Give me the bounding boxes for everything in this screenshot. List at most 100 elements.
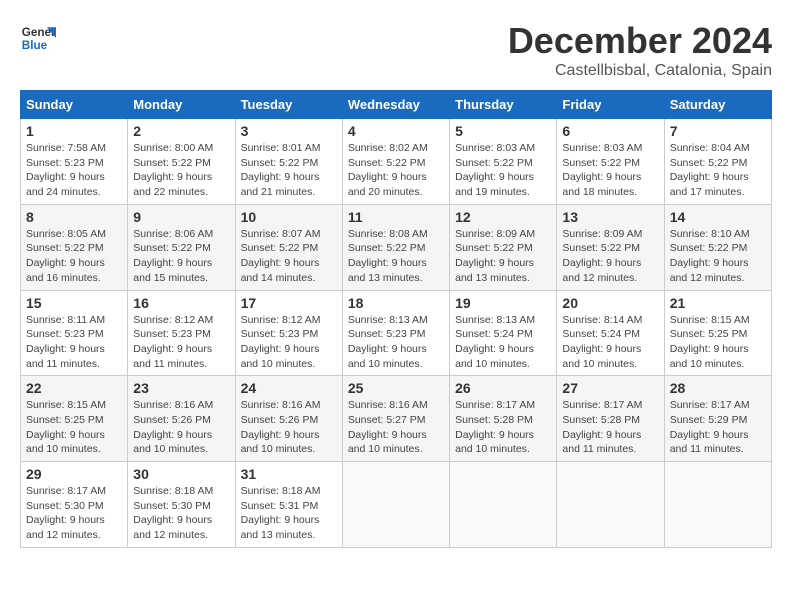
day-cell: [450, 462, 557, 548]
day-info: Sunrise: 8:01 AM Sunset: 5:22 PM Dayligh…: [241, 141, 337, 200]
day-cell: 2 Sunrise: 8:00 AM Sunset: 5:22 PM Daylig…: [128, 119, 235, 205]
day-info: Sunrise: 8:15 AM Sunset: 5:25 PM Dayligh…: [26, 398, 122, 457]
calendar-table: SundayMondayTuesdayWednesdayThursdayFrid…: [20, 90, 772, 548]
header-cell-tuesday: Tuesday: [235, 91, 342, 119]
week-row-3: 15Sunrise: 8:11 AM Sunset: 5:23 PM Dayli…: [21, 290, 772, 376]
day-number: 1: [26, 123, 122, 139]
day-cell: 31 Sunrise: 8:18 AM Sunset: 5:31 PM Dayli…: [235, 462, 342, 548]
day-cell: 25 Sunrise: 8:16 AM Sunset: 5:27 PM Dayli…: [342, 376, 449, 462]
day-cell: 27 Sunrise: 8:17 AM Sunset: 5:28 PM Dayli…: [557, 376, 664, 462]
day-cell: 18 Sunrise: 8:13 AM Sunset: 5:23 PM Dayli…: [342, 290, 449, 376]
week-row-2: 8 Sunrise: 8:05 AM Sunset: 5:22 PM Daylig…: [21, 204, 772, 290]
day-number: 14: [670, 209, 766, 225]
day-number: 23: [133, 380, 229, 396]
day-info: Sunrise: 8:12 AM Sunset: 5:23 PM Dayligh…: [133, 313, 229, 372]
day-number: 30: [133, 466, 229, 482]
day-cell: 1 Sunrise: 7:58 AM Sunset: 5:23 PM Daylig…: [21, 119, 128, 205]
day-info: Sunrise: 8:05 AM Sunset: 5:22 PM Dayligh…: [26, 227, 122, 286]
day-info: Sunrise: 8:03 AM Sunset: 5:22 PM Dayligh…: [562, 141, 658, 200]
day-info: Sunrise: 8:00 AM Sunset: 5:22 PM Dayligh…: [133, 141, 229, 200]
day-number: 7: [670, 123, 766, 139]
day-number: 13: [562, 209, 658, 225]
day-info: Sunrise: 8:08 AM Sunset: 5:22 PM Dayligh…: [348, 227, 444, 286]
day-number: 8: [26, 209, 122, 225]
day-cell: 29Sunrise: 8:17 AM Sunset: 5:30 PM Dayli…: [21, 462, 128, 548]
day-number: 5: [455, 123, 551, 139]
day-number: 10: [241, 209, 337, 225]
header-cell-sunday: Sunday: [21, 91, 128, 119]
day-cell: [664, 462, 771, 548]
day-cell: 21Sunrise: 8:15 AM Sunset: 5:25 PM Dayli…: [664, 290, 771, 376]
week-row-4: 22 Sunrise: 8:15 AM Sunset: 5:25 PM Dayli…: [21, 376, 772, 462]
day-cell: 6 Sunrise: 8:03 AM Sunset: 5:22 PM Daylig…: [557, 119, 664, 205]
day-cell: 7 Sunrise: 8:04 AM Sunset: 5:22 PM Daylig…: [664, 119, 771, 205]
day-cell: 30 Sunrise: 8:18 AM Sunset: 5:30 PM Dayli…: [128, 462, 235, 548]
day-number: 9: [133, 209, 229, 225]
day-cell: 14 Sunrise: 8:10 AM Sunset: 5:22 PM Dayli…: [664, 204, 771, 290]
day-number: 22: [26, 380, 122, 396]
day-info: Sunrise: 8:13 AM Sunset: 5:24 PM Dayligh…: [455, 313, 551, 372]
day-cell: 22 Sunrise: 8:15 AM Sunset: 5:25 PM Dayli…: [21, 376, 128, 462]
day-info: Sunrise: 8:07 AM Sunset: 5:22 PM Dayligh…: [241, 227, 337, 286]
day-info: Sunrise: 8:13 AM Sunset: 5:23 PM Dayligh…: [348, 313, 444, 372]
day-number: 25: [348, 380, 444, 396]
page-container: General Blue December 2024 Castellbisbal…: [20, 20, 772, 548]
day-info: Sunrise: 8:18 AM Sunset: 5:30 PM Dayligh…: [133, 484, 229, 543]
week-row-5: 29Sunrise: 8:17 AM Sunset: 5:30 PM Dayli…: [21, 462, 772, 548]
logo-icon: General Blue: [20, 20, 56, 56]
day-info: Sunrise: 8:06 AM Sunset: 5:22 PM Dayligh…: [133, 227, 229, 286]
day-info: Sunrise: 8:02 AM Sunset: 5:22 PM Dayligh…: [348, 141, 444, 200]
day-info: Sunrise: 8:16 AM Sunset: 5:26 PM Dayligh…: [241, 398, 337, 457]
day-number: 20: [562, 295, 658, 311]
header-cell-thursday: Thursday: [450, 91, 557, 119]
day-info: Sunrise: 8:15 AM Sunset: 5:25 PM Dayligh…: [670, 313, 766, 372]
day-number: 18: [348, 295, 444, 311]
day-number: 16: [133, 295, 229, 311]
header-cell-friday: Friday: [557, 91, 664, 119]
header-cell-wednesday: Wednesday: [342, 91, 449, 119]
day-number: 2: [133, 123, 229, 139]
day-info: Sunrise: 8:14 AM Sunset: 5:24 PM Dayligh…: [562, 313, 658, 372]
day-number: 28: [670, 380, 766, 396]
svg-text:Blue: Blue: [22, 39, 48, 52]
day-info: Sunrise: 8:09 AM Sunset: 5:22 PM Dayligh…: [562, 227, 658, 286]
day-number: 31: [241, 466, 337, 482]
day-info: Sunrise: 8:10 AM Sunset: 5:22 PM Dayligh…: [670, 227, 766, 286]
day-cell: 8 Sunrise: 8:05 AM Sunset: 5:22 PM Daylig…: [21, 204, 128, 290]
header-cell-monday: Monday: [128, 91, 235, 119]
day-info: Sunrise: 8:11 AM Sunset: 5:23 PM Dayligh…: [26, 313, 122, 372]
day-info: Sunrise: 8:17 AM Sunset: 5:28 PM Dayligh…: [562, 398, 658, 457]
day-cell: 3Sunrise: 8:01 AM Sunset: 5:22 PM Daylig…: [235, 119, 342, 205]
day-cell: 26Sunrise: 8:17 AM Sunset: 5:28 PM Dayli…: [450, 376, 557, 462]
day-info: Sunrise: 7:58 AM Sunset: 5:23 PM Dayligh…: [26, 141, 122, 200]
day-number: 17: [241, 295, 337, 311]
day-cell: 15Sunrise: 8:11 AM Sunset: 5:23 PM Dayli…: [21, 290, 128, 376]
day-info: Sunrise: 8:04 AM Sunset: 5:22 PM Dayligh…: [670, 141, 766, 200]
week-row-1: 1 Sunrise: 7:58 AM Sunset: 5:23 PM Daylig…: [21, 119, 772, 205]
day-number: 26: [455, 380, 551, 396]
day-cell: 4 Sunrise: 8:02 AM Sunset: 5:22 PM Daylig…: [342, 119, 449, 205]
day-number: 4: [348, 123, 444, 139]
day-number: 27: [562, 380, 658, 396]
day-cell: [557, 462, 664, 548]
day-cell: 20 Sunrise: 8:14 AM Sunset: 5:24 PM Dayli…: [557, 290, 664, 376]
day-cell: 10 Sunrise: 8:07 AM Sunset: 5:22 PM Dayli…: [235, 204, 342, 290]
day-info: Sunrise: 8:16 AM Sunset: 5:27 PM Dayligh…: [348, 398, 444, 457]
header: General Blue December 2024 Castellbisbal…: [20, 20, 772, 80]
day-cell: 23Sunrise: 8:16 AM Sunset: 5:26 PM Dayli…: [128, 376, 235, 462]
location-title: Castellbisbal, Catalonia, Spain: [508, 62, 772, 80]
day-number: 29: [26, 466, 122, 482]
day-number: 6: [562, 123, 658, 139]
day-info: Sunrise: 8:17 AM Sunset: 5:29 PM Dayligh…: [670, 398, 766, 457]
day-cell: 16 Sunrise: 8:12 AM Sunset: 5:23 PM Dayli…: [128, 290, 235, 376]
header-row: SundayMondayTuesdayWednesdayThursdayFrid…: [21, 91, 772, 119]
day-info: Sunrise: 8:09 AM Sunset: 5:22 PM Dayligh…: [455, 227, 551, 286]
day-cell: [342, 462, 449, 548]
day-cell: 24Sunrise: 8:16 AM Sunset: 5:26 PM Dayli…: [235, 376, 342, 462]
header-cell-saturday: Saturday: [664, 91, 771, 119]
day-cell: 5Sunrise: 8:03 AM Sunset: 5:22 PM Daylig…: [450, 119, 557, 205]
logo: General Blue: [20, 20, 56, 56]
day-cell: 12Sunrise: 8:09 AM Sunset: 5:22 PM Dayli…: [450, 204, 557, 290]
day-info: Sunrise: 8:18 AM Sunset: 5:31 PM Dayligh…: [241, 484, 337, 543]
day-cell: 9 Sunrise: 8:06 AM Sunset: 5:22 PM Daylig…: [128, 204, 235, 290]
